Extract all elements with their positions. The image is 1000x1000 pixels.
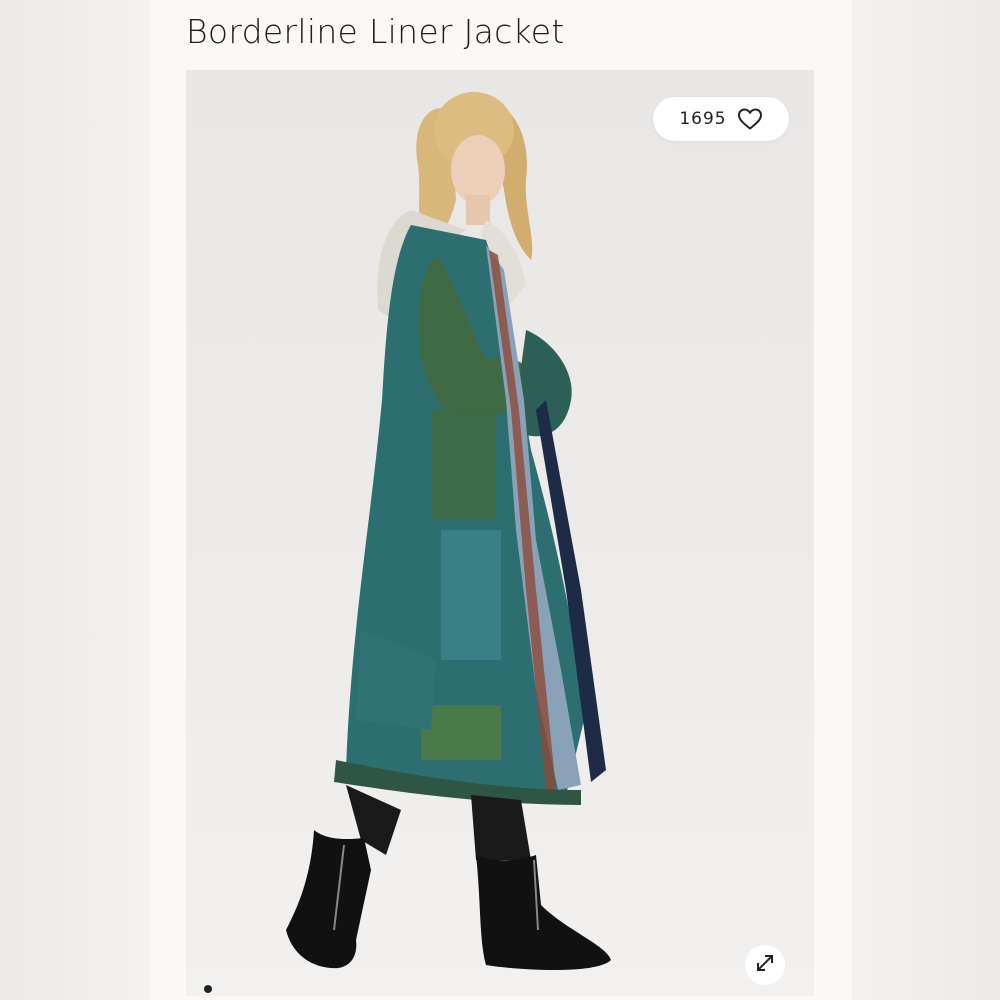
carousel-dot-active[interactable] bbox=[204, 985, 212, 993]
expand-button[interactable] bbox=[745, 945, 785, 985]
like-count: 1695 bbox=[679, 109, 727, 129]
left-margin bbox=[0, 0, 150, 1000]
heart-icon bbox=[737, 107, 763, 131]
product-title: Borderline Liner Jacket bbox=[186, 12, 565, 51]
expand-arrows-icon bbox=[752, 950, 778, 981]
right-margin bbox=[852, 0, 1000, 1000]
model-illustration bbox=[286, 92, 611, 970]
product-image[interactable] bbox=[186, 70, 814, 996]
like-button[interactable]: 1695 bbox=[653, 97, 789, 141]
